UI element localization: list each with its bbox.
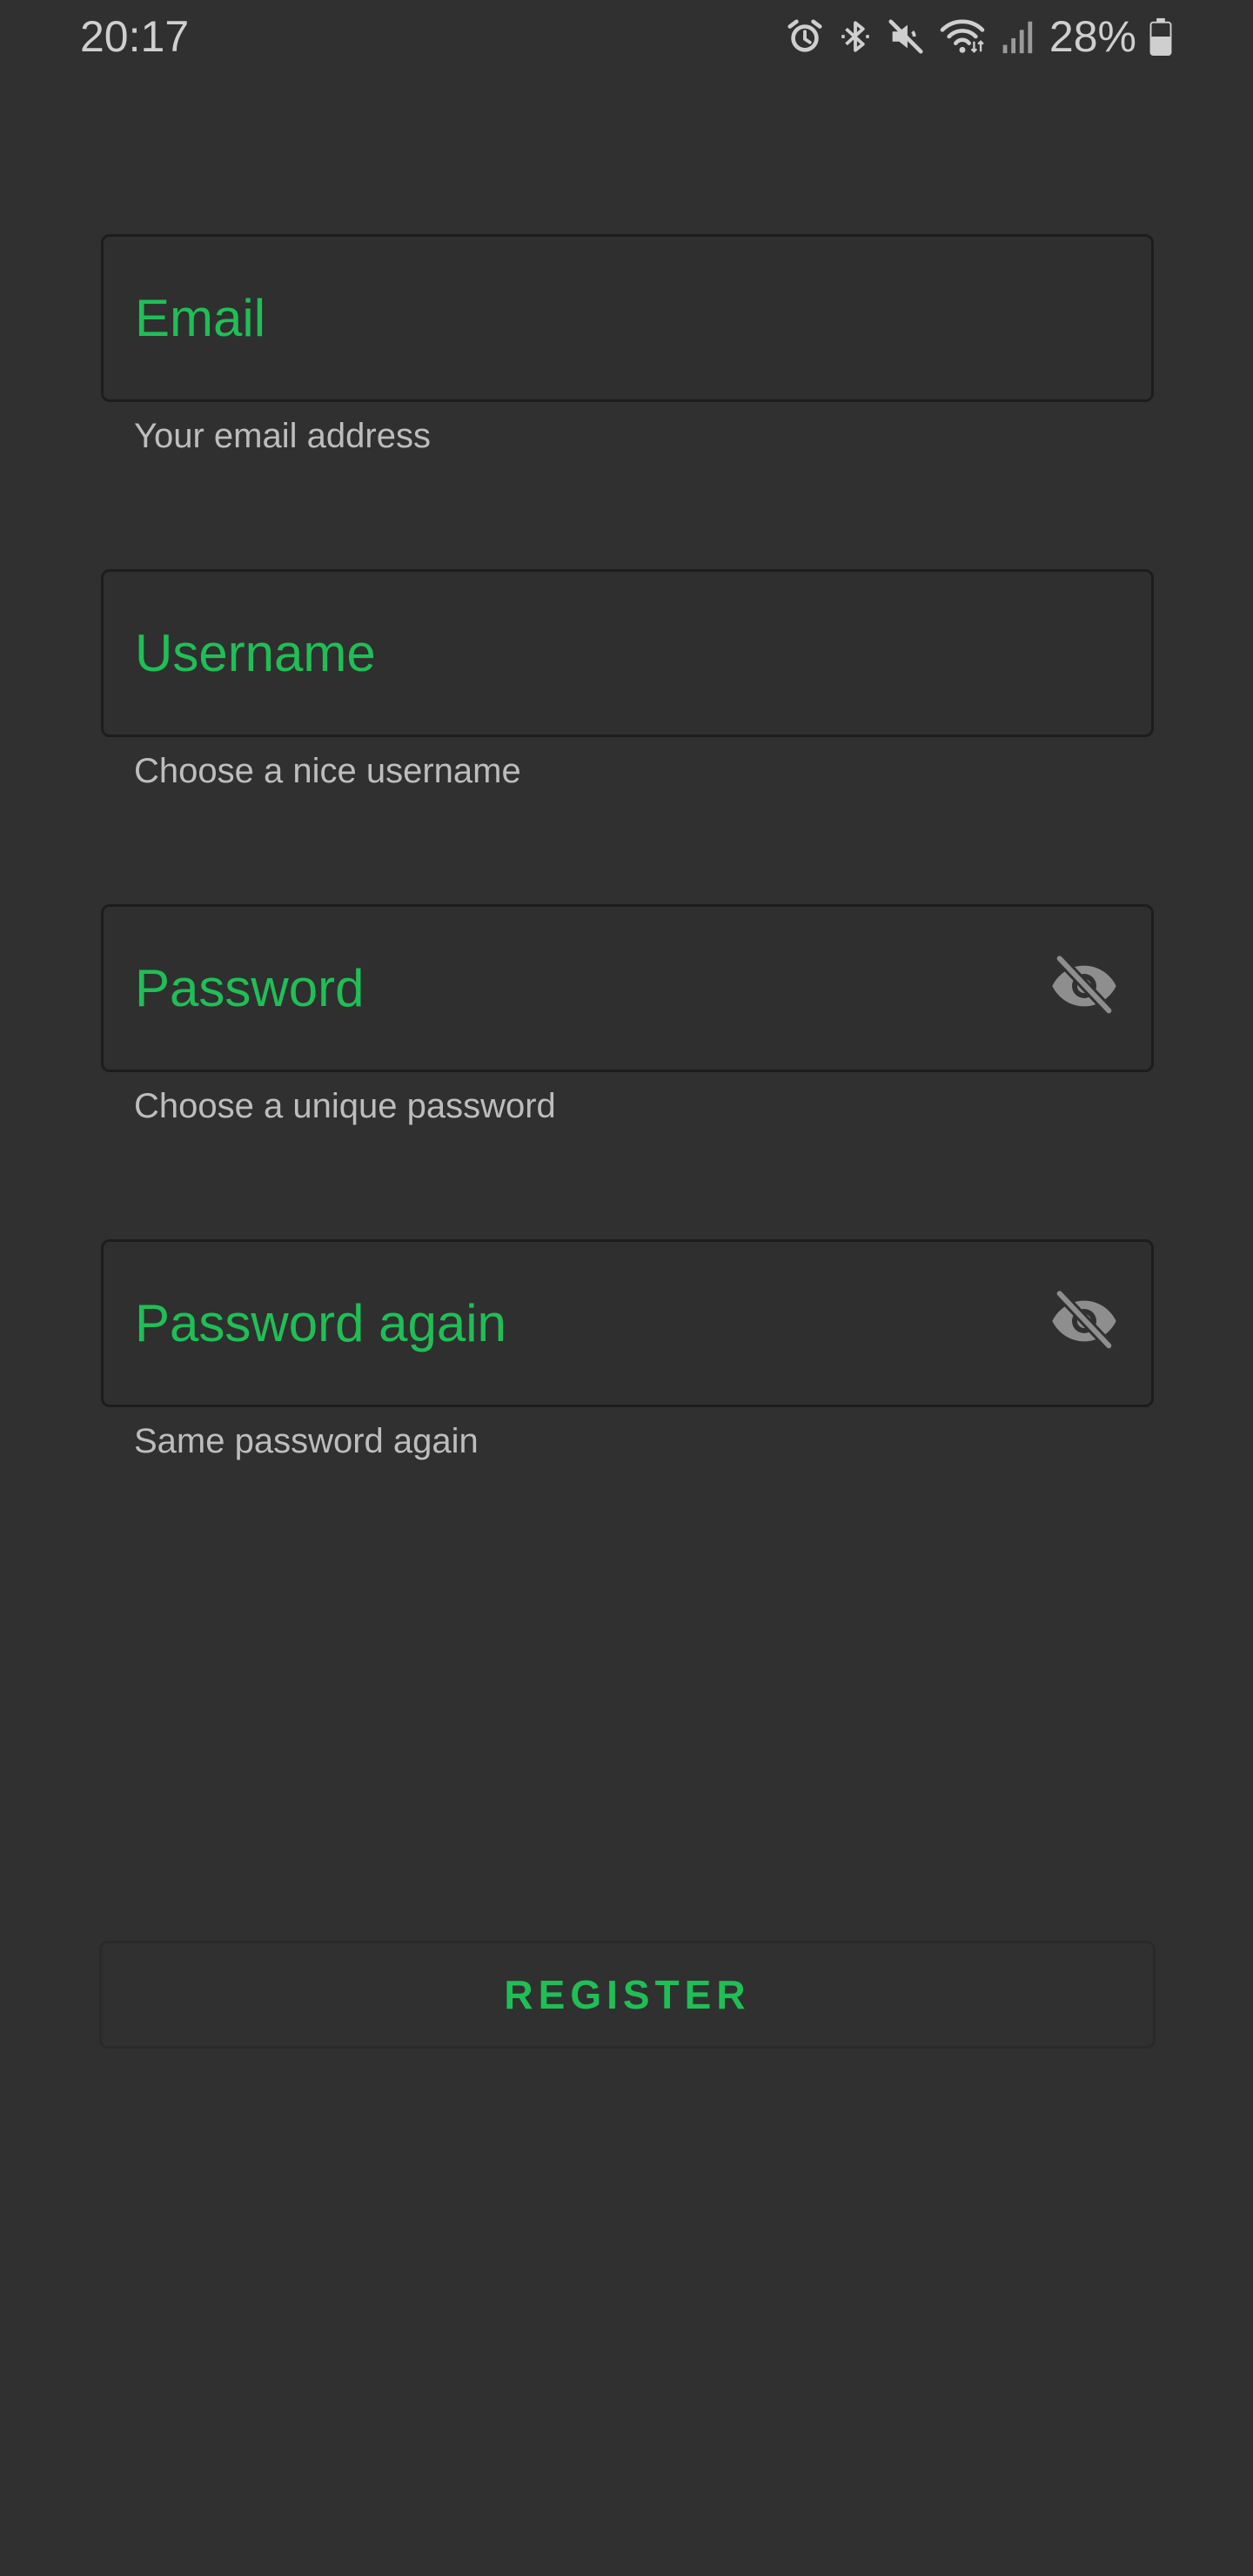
password-field-box[interactable] — [101, 904, 1154, 1072]
password-field-group: Choose a unique password — [101, 904, 1154, 1128]
register-button[interactable]: REGISTER — [99, 1941, 1156, 2049]
visibility-off-icon — [1049, 1286, 1119, 1360]
wifi-icon — [938, 17, 987, 57]
username-field-group: Choose a nice username — [101, 569, 1154, 793]
username-field-box[interactable] — [101, 569, 1154, 737]
username-helper-text: Choose a nice username — [134, 752, 521, 790]
status-time: 20:17 — [80, 12, 190, 61]
alarm-icon — [785, 17, 825, 57]
email-helper-text: Your email address — [134, 417, 431, 455]
signal-icon — [999, 17, 1034, 57]
status-bar: 20:17 28% — [0, 0, 1253, 73]
bluetooth-icon — [837, 17, 874, 57]
visibility-off-icon — [1049, 951, 1119, 1025]
battery-icon — [1149, 17, 1173, 57]
password-visibility-toggle[interactable] — [1049, 953, 1120, 1024]
mute-icon — [886, 17, 926, 57]
battery-percent: 28% — [1049, 12, 1136, 61]
status-icons: 28% — [785, 9, 1173, 64]
password-again-field[interactable] — [135, 1242, 1120, 1405]
username-field[interactable] — [135, 572, 1120, 735]
email-field-box[interactable] — [101, 234, 1154, 402]
password-again-field-box[interactable] — [101, 1239, 1154, 1407]
password-field[interactable] — [135, 907, 1120, 1070]
password-again-field-group: Same password again — [101, 1239, 1154, 1463]
email-field-group: Your email address — [101, 234, 1154, 458]
password-again-visibility-toggle[interactable] — [1049, 1288, 1120, 1359]
password-helper-text: Choose a unique password — [134, 1087, 556, 1125]
password-again-helper-text: Same password again — [134, 1422, 479, 1460]
email-field[interactable] — [135, 237, 1120, 399]
